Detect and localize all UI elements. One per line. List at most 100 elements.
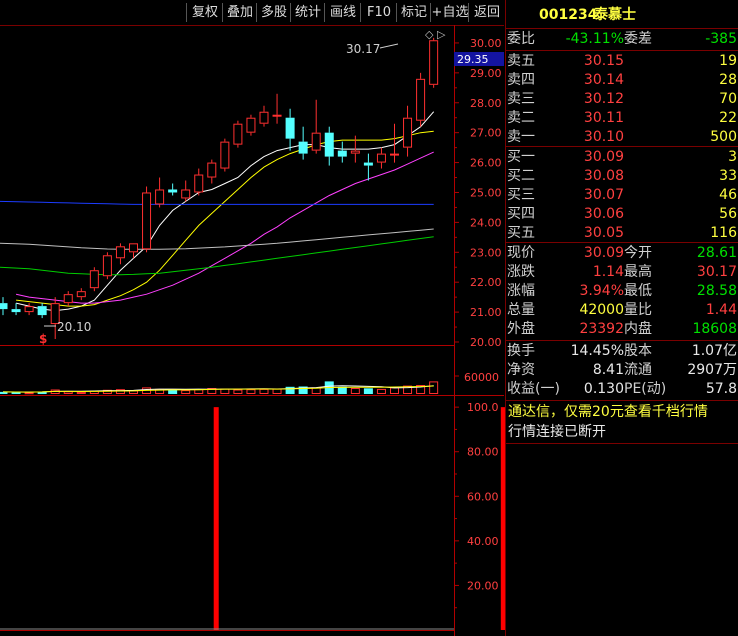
volume-bar xyxy=(63,391,73,394)
sell-row-5[interactable]: 卖一 30.10 500 xyxy=(506,127,738,148)
volume-bar xyxy=(429,381,439,394)
fundamental-value: 1.07亿 xyxy=(691,343,737,359)
quote-panel: 001234 泰慕士 委比 -43.11% 委差 -385 卖五 30.15 19 卖… xyxy=(505,0,738,636)
stock-header: 001234 泰慕士 xyxy=(506,3,738,27)
diamond-icon[interactable]: ◇ xyxy=(425,28,434,41)
stat-value: 1.44 xyxy=(705,302,737,318)
stat-value: 30.17 xyxy=(696,264,737,280)
ma20-line xyxy=(15,151,434,304)
volume-tick-label: 60000 xyxy=(464,371,499,384)
candle xyxy=(403,105,413,157)
candle xyxy=(11,303,21,316)
stat-row-4: 总量 42000 量比 1.44 xyxy=(506,300,738,321)
sell-volume: 22 xyxy=(719,110,737,126)
buy-volume: 116 xyxy=(710,225,737,241)
stat-row-3: 涨幅 3.94% 最低 28.58 xyxy=(506,281,738,302)
volume-bar xyxy=(76,391,86,394)
candle xyxy=(155,177,165,208)
buy-price: 30.09 xyxy=(583,149,624,165)
indicator-spike-bar xyxy=(213,407,219,630)
connection-status: 行情连接已断开 xyxy=(506,422,738,442)
buy-row-4[interactable]: 买四 30.06 56 xyxy=(506,204,738,225)
price-tick-label: 27.00 xyxy=(470,127,502,140)
sell-level-label: 卖四 xyxy=(507,72,535,88)
buy-price: 30.06 xyxy=(583,206,624,222)
fundamental-label: 股本 xyxy=(624,343,652,359)
volume-bar xyxy=(363,388,373,394)
sell-row-1[interactable]: 卖五 30.15 19 xyxy=(506,51,738,72)
sell-level-label: 卖一 xyxy=(507,129,535,145)
promo-text[interactable]: 通达信，仅需20元查看千档行情 xyxy=(508,402,708,422)
candle xyxy=(115,243,125,265)
fundamental-label: PE(动) xyxy=(624,381,667,397)
fundamental-row-1: 换手 14.45% 股本 1.07亿 xyxy=(506,341,738,362)
price-tick-label: 20.00 xyxy=(470,336,502,349)
candle xyxy=(37,303,47,319)
indicator-tick-label: 60.00 xyxy=(467,490,499,503)
stat-row-2: 涨跌 1.14 最高 30.17 xyxy=(506,262,738,283)
sell-volume: 19 xyxy=(719,53,737,69)
candle xyxy=(376,147,386,169)
volume-bar xyxy=(390,387,399,394)
candle xyxy=(259,105,269,127)
price-tick-label: 30.00 xyxy=(470,37,502,50)
buy-volume: 3 xyxy=(728,149,737,165)
price-tick-label: 29.00 xyxy=(470,67,502,80)
fundamental-label: 换手 xyxy=(507,343,535,359)
sell-row-3[interactable]: 卖三 30.12 70 xyxy=(506,89,738,110)
stock-name: 泰慕士 xyxy=(594,7,636,23)
stat-value: 18608 xyxy=(692,321,737,337)
buy-row-2[interactable]: 买二 30.08 33 xyxy=(506,166,738,187)
price-tick-label: 28.00 xyxy=(470,97,502,110)
candle xyxy=(246,114,256,136)
sell-row-2[interactable]: 卖四 30.14 28 xyxy=(506,70,738,91)
buy-price: 30.05 xyxy=(583,225,624,241)
weibi-row: 委比 -43.11% 委差 -385 xyxy=(506,29,738,50)
candle xyxy=(76,288,86,301)
stat-label: 今开 xyxy=(624,245,652,261)
candle xyxy=(168,183,178,196)
volume-bar xyxy=(220,388,230,395)
buy-level-label: 买一 xyxy=(507,149,535,165)
candle xyxy=(194,168,204,196)
triangle-icon[interactable]: ▷ xyxy=(437,28,446,41)
candle xyxy=(363,153,373,181)
stat-label: 外盘 xyxy=(507,321,535,337)
volume-bar xyxy=(285,386,295,394)
candle xyxy=(24,303,34,316)
stat-label: 总量 xyxy=(507,302,535,318)
stat-label: 最低 xyxy=(624,283,652,299)
buy-row-3[interactable]: 买三 30.07 46 xyxy=(506,185,738,206)
buy-row-1[interactable]: 买一 30.09 3 xyxy=(506,147,738,168)
fundamental-label: 流通 xyxy=(624,362,652,378)
ma250-line xyxy=(0,200,434,205)
kline-chart[interactable]: 30.00 29.00 28.00 27.00 26.00 25.00 24.00 23.00… xyxy=(0,0,505,636)
dollar-marker-icon[interactable]: $ xyxy=(39,332,47,346)
buy-row-5[interactable]: 买五 30.05 116 xyxy=(506,223,738,244)
sell-volume: 70 xyxy=(719,91,737,107)
price-tick-label: 26.00 xyxy=(470,157,502,170)
sell-price: 30.12 xyxy=(583,91,624,107)
candle xyxy=(142,186,152,253)
candle xyxy=(337,141,347,163)
candle xyxy=(311,99,321,154)
indicator-tick-label: 40.00 xyxy=(467,535,499,548)
indicator-tick-label: 20.00 xyxy=(467,579,499,592)
candle xyxy=(429,37,439,88)
candle xyxy=(89,267,99,292)
candle xyxy=(285,108,295,151)
stat-value: 42000 xyxy=(579,302,624,318)
buy-level-label: 买三 xyxy=(507,187,535,203)
stat-row-5: 外盘 23392 内盘 18608 xyxy=(506,319,738,340)
sell-price: 30.10 xyxy=(583,129,624,145)
buy-volume: 56 xyxy=(719,206,737,222)
promo-message[interactable]: 通达信，仅需20元查看千档行情 xyxy=(506,402,738,422)
ma120-line xyxy=(0,228,434,250)
low-price-label: 20.10 xyxy=(57,320,91,334)
candle xyxy=(181,180,191,202)
sell-row-4[interactable]: 卖二 30.11 22 xyxy=(506,108,738,129)
sell-volume: 28 xyxy=(719,72,737,88)
candle xyxy=(233,120,243,148)
stat-label: 涨幅 xyxy=(507,283,535,299)
stat-value: 30.09 xyxy=(583,245,624,261)
